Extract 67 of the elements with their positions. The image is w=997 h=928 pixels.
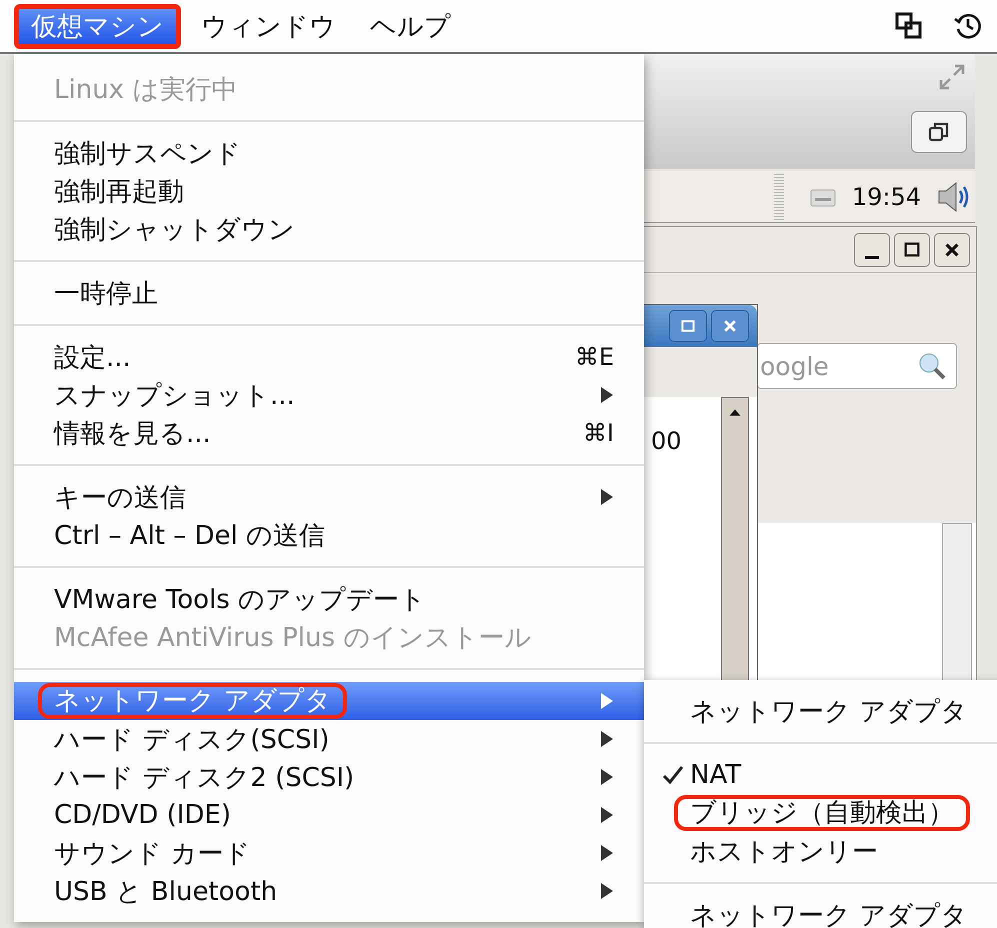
menu-item-label: ネットワーク アダプタ bbox=[38, 683, 348, 719]
menu-item[interactable]: 一時停止 bbox=[14, 274, 644, 312]
search-field[interactable]: oogle bbox=[757, 343, 957, 389]
menu-item-label: ブリッジ（自動検出） bbox=[674, 795, 970, 831]
close-button[interactable] bbox=[711, 310, 749, 342]
menu-item-label: NAT bbox=[690, 760, 742, 790]
shortcut-text: ⌘I bbox=[582, 419, 614, 447]
minimize-button[interactable] bbox=[854, 233, 890, 267]
menu-item[interactable]: CD/DVD (IDE) bbox=[14, 796, 644, 834]
menu-item-label: ホストオンリー bbox=[690, 836, 878, 868]
menu-item-label: CD/DVD (IDE) bbox=[54, 800, 232, 830]
maximize-icon bbox=[903, 241, 921, 259]
menu-item-label: キーの送信 bbox=[54, 482, 187, 514]
menu-item[interactable]: NAT bbox=[644, 756, 997, 794]
menu-item[interactable]: 強制シャットダウン bbox=[14, 210, 644, 248]
close-icon bbox=[943, 241, 961, 259]
menu-item-label: 強制サスペンド bbox=[54, 138, 242, 170]
menu-item[interactable]: 情報を見る... ⌘I bbox=[14, 414, 644, 452]
close-icon bbox=[722, 318, 738, 334]
menu-bar-item[interactable]: ヘルプ bbox=[356, 4, 465, 48]
menu-item-label: VMware Tools のアップデート bbox=[54, 584, 428, 616]
menu-item-label: 設定... bbox=[54, 342, 132, 374]
window-restore-button[interactable] bbox=[911, 111, 967, 153]
menu-item-label: ネットワーク アダプタ bbox=[690, 900, 968, 928]
menu-item-label: サウンド カード bbox=[54, 838, 252, 870]
menu-item[interactable]: ブリッジ（自動検出） bbox=[644, 794, 997, 832]
menu-item-label: スナップショット... bbox=[54, 380, 296, 412]
menu-item-label: 一時停止 bbox=[54, 278, 159, 310]
menu-item-label: ネットワーク アダプタ bbox=[690, 696, 968, 728]
menu-item-label: Ctrl – Alt – Del の送信 bbox=[54, 520, 326, 552]
restore-icon bbox=[927, 120, 951, 144]
menu-item[interactable]: 設定... ⌘E bbox=[14, 338, 644, 376]
menu-item[interactable]: スナップショット... bbox=[14, 376, 644, 414]
menu-item[interactable]: ネットワーク アダプタ bbox=[644, 692, 997, 730]
clock-text: 19:54 bbox=[852, 182, 921, 210]
menu-item-label: ハード ディスク(SCSI) bbox=[54, 724, 330, 756]
menu-item-label: McAfee AntiVirus Plus のインストール bbox=[54, 622, 532, 654]
menu-item[interactable]: ネットワーク アダプタ bbox=[644, 896, 997, 928]
menu-item[interactable]: ハード ディスク(SCSI) bbox=[14, 720, 644, 758]
menu-item[interactable]: ホストオンリー bbox=[644, 832, 997, 870]
overlapping-squares-icon[interactable] bbox=[895, 12, 923, 40]
menu-bar-item[interactable]: 仮想マシン bbox=[14, 4, 181, 48]
menu-item-label: 強制再起動 bbox=[54, 176, 185, 208]
menu-item[interactable]: サウンド カード bbox=[14, 834, 644, 872]
maximize-button[interactable] bbox=[894, 233, 930, 267]
shortcut-text: ⌘E bbox=[574, 343, 614, 371]
maximize-button[interactable] bbox=[669, 310, 707, 342]
menu-item[interactable]: ハード ディスク2 (SCSI) bbox=[14, 758, 644, 796]
menu-item-label: 強制シャットダウン bbox=[54, 214, 296, 246]
menu-item[interactable]: キーの送信 bbox=[14, 478, 644, 516]
menu-item[interactable]: 強制再起動 bbox=[14, 172, 644, 210]
menu-item-label: ハード ディスク2 (SCSI) bbox=[54, 762, 356, 794]
menu-bar-item[interactable]: ウィンドウ bbox=[187, 4, 350, 48]
minimize-icon bbox=[865, 256, 879, 258]
menu-item[interactable]: 強制サスペンド bbox=[14, 134, 644, 172]
menu-item-label: USB と Bluetooth bbox=[54, 876, 278, 908]
history-clock-icon[interactable] bbox=[953, 11, 983, 41]
menu-item[interactable]: USB と Bluetooth bbox=[14, 872, 644, 910]
search-icon[interactable] bbox=[917, 351, 947, 381]
menu-item-label: Linux は実行中 bbox=[54, 74, 238, 106]
maximize-icon bbox=[680, 318, 696, 334]
menu-item-label: 情報を見る... bbox=[54, 418, 212, 450]
partial-text: 00 bbox=[651, 427, 682, 455]
menu-item[interactable]: ネットワーク アダプタ bbox=[14, 682, 644, 720]
menu-item[interactable]: Ctrl – Alt – Del の送信 bbox=[14, 516, 644, 554]
close-button[interactable] bbox=[934, 233, 970, 267]
menu-item[interactable]: VMware Tools のアップデート bbox=[14, 580, 644, 618]
